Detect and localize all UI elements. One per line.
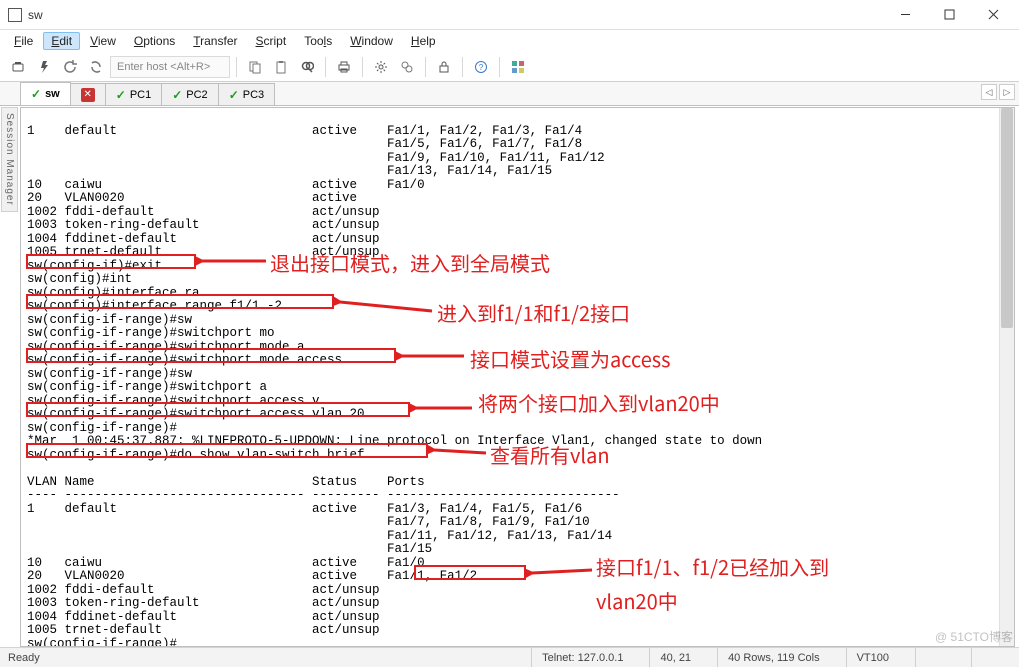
menu-transfer[interactable]: Transfer bbox=[185, 32, 245, 50]
menu-options[interactable]: Options bbox=[126, 32, 183, 50]
status-telnet: Telnet: 127.0.0.1 bbox=[531, 648, 633, 667]
quick-connect-icon[interactable] bbox=[32, 55, 56, 79]
check-icon: ✓ bbox=[172, 88, 182, 102]
status-bar: Ready Telnet: 127.0.0.1 40, 21 40 Rows, … bbox=[0, 647, 1019, 667]
x-icon: ✕ bbox=[81, 88, 95, 102]
status-num bbox=[971, 648, 1011, 667]
lock-icon[interactable] bbox=[432, 55, 456, 79]
tile-icon[interactable] bbox=[506, 55, 530, 79]
host-input[interactable]: Enter host <Alt+R> bbox=[110, 56, 230, 78]
tab-prev-icon[interactable]: ◁ bbox=[981, 84, 997, 100]
tab-pc2[interactable]: ✓PC2 bbox=[161, 83, 218, 105]
scrollbar[interactable] bbox=[999, 108, 1014, 646]
terminal-output: 1 default active Fa1/1, Fa1/2, Fa1/3, Fa… bbox=[21, 108, 1014, 646]
minimize-button[interactable] bbox=[883, 1, 927, 29]
check-icon: ✓ bbox=[116, 88, 126, 102]
status-ready: Ready bbox=[8, 652, 40, 664]
menu-tools[interactable]: Tools bbox=[296, 32, 340, 50]
window-title: sw bbox=[28, 8, 883, 22]
status-size: 40 Rows, 119 Cols bbox=[717, 648, 830, 667]
status-term: VT100 bbox=[846, 648, 899, 667]
menu-script[interactable]: Script bbox=[248, 32, 295, 50]
find-icon[interactable] bbox=[295, 55, 319, 79]
check-icon: ✓ bbox=[229, 88, 239, 102]
status-caps bbox=[915, 648, 955, 667]
session-manager-tab[interactable]: Session Manager bbox=[1, 107, 18, 212]
tab-close[interactable]: ✕ bbox=[70, 83, 106, 105]
print-icon[interactable] bbox=[332, 55, 356, 79]
paste-icon[interactable] bbox=[269, 55, 293, 79]
check-icon: ✓ bbox=[31, 87, 41, 101]
menu-window[interactable]: Window bbox=[342, 32, 401, 50]
toolbar: Enter host <Alt+R> ? bbox=[0, 52, 1019, 82]
tab-sw[interactable]: ✓sw bbox=[20, 82, 71, 105]
maximize-button[interactable] bbox=[927, 1, 971, 29]
menu-help[interactable]: Help bbox=[403, 32, 444, 50]
disconnect-icon[interactable] bbox=[84, 55, 108, 79]
menu-edit[interactable]: Edit bbox=[43, 32, 80, 50]
menu-view[interactable]: View bbox=[82, 32, 124, 50]
app-icon bbox=[8, 8, 22, 22]
watermark: @ 51CTO博客 bbox=[935, 628, 1013, 645]
status-cursor: 40, 21 bbox=[649, 648, 701, 667]
terminal[interactable]: 1 default active Fa1/1, Fa1/2, Fa1/3, Fa… bbox=[21, 108, 1014, 646]
svg-text:?: ? bbox=[479, 63, 484, 72]
session-options-icon[interactable] bbox=[395, 55, 419, 79]
reconnect-icon[interactable] bbox=[58, 55, 82, 79]
session-tabs: ✓sw ✕ ✓PC1 ✓PC2 ✓PC3 ◁ ▷ bbox=[0, 82, 1019, 106]
menu-file[interactable]: File bbox=[6, 32, 41, 50]
terminal-pane: 1 default active Fa1/1, Fa1/2, Fa1/3, Fa… bbox=[20, 107, 1015, 647]
help-icon[interactable]: ? bbox=[469, 55, 493, 79]
menu-bar: File Edit View Options Transfer Script T… bbox=[0, 30, 1019, 52]
scrollbar-thumb[interactable] bbox=[1001, 108, 1013, 328]
connect-icon[interactable] bbox=[6, 55, 30, 79]
tab-pc3[interactable]: ✓PC3 bbox=[218, 83, 275, 105]
settings-icon[interactable] bbox=[369, 55, 393, 79]
tab-pc1[interactable]: ✓PC1 bbox=[105, 83, 162, 105]
copy-icon[interactable] bbox=[243, 55, 267, 79]
close-button[interactable] bbox=[971, 1, 1015, 29]
tab-next-icon[interactable]: ▷ bbox=[999, 84, 1015, 100]
title-bar: sw bbox=[0, 0, 1019, 30]
